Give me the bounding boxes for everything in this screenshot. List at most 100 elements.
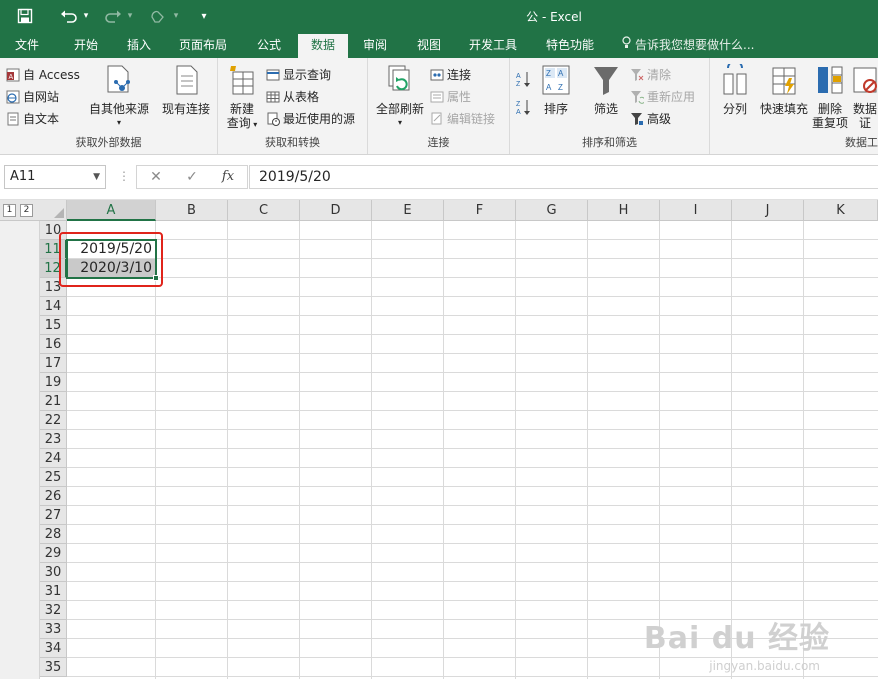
clear-filter-label: 清除	[647, 68, 672, 82]
flash-fill-button[interactable]: 快速填充	[756, 64, 812, 116]
outline-level-2-button[interactable]: 2	[20, 204, 33, 217]
row-header-26[interactable]: 26	[40, 487, 67, 506]
fill-handle[interactable]	[153, 275, 159, 281]
row-header-15[interactable]: 15	[40, 316, 67, 335]
show-queries-button[interactable]: 显示查询	[266, 66, 331, 83]
recent-sources-button[interactable]: 最近使用的源	[266, 110, 355, 127]
tab-home[interactable]: 开始	[60, 32, 112, 58]
group-get-external-data: A 自 Access 自网站 自文本 自其他来源 ▾ 现有连接 获取外部数据	[0, 58, 218, 154]
formula-input[interactable]: 2019/5/20	[249, 165, 878, 189]
row-gridline	[67, 486, 878, 487]
remove-duplicates-icon	[815, 64, 845, 98]
column-header-f[interactable]: F	[444, 200, 516, 221]
row-header-34[interactable]: 34	[40, 639, 67, 658]
text-to-columns-button[interactable]: 分列	[716, 60, 754, 116]
from-text-button[interactable]: 自文本	[6, 110, 59, 127]
filter-button[interactable]: 筛选	[588, 64, 624, 116]
existing-connections-label: 现有连接	[161, 102, 210, 116]
remove-duplicates-button[interactable]: 删除 重复项	[812, 64, 848, 130]
column-header-h[interactable]: H	[588, 200, 660, 221]
row-header-33[interactable]: 33	[40, 620, 67, 639]
confirm-entry-button[interactable]: ✓	[177, 166, 207, 188]
refresh-all-button[interactable]: 全部刷新 ▾	[372, 64, 428, 130]
sort-a-z-button[interactable]: AZ	[516, 70, 535, 88]
row-gridline	[67, 581, 878, 582]
tab-file[interactable]: 文件	[0, 32, 54, 58]
row-header-25[interactable]: 25	[40, 468, 67, 487]
row-header-19[interactable]: 19	[40, 373, 67, 392]
tab-special-features[interactable]: 特色功能	[538, 32, 602, 58]
insert-function-button[interactable]: fx	[213, 166, 243, 188]
existing-connections-button[interactable]: 现有连接	[158, 64, 214, 116]
tab-view[interactable]: 视图	[406, 32, 452, 58]
column-header-d[interactable]: D	[300, 200, 372, 221]
row-header-32[interactable]: 32	[40, 601, 67, 620]
column-header-g[interactable]: G	[516, 200, 588, 221]
tab-review[interactable]: 审阅	[352, 32, 398, 58]
row-header-17[interactable]: 17	[40, 354, 67, 373]
row-gridline	[67, 410, 878, 411]
row-header-30[interactable]: 30	[40, 563, 67, 582]
from-other-sources-button[interactable]: 自其他来源 ▾	[86, 64, 152, 130]
from-table-button[interactable]: 从表格	[266, 88, 319, 105]
row-header-31[interactable]: 31	[40, 582, 67, 601]
row-header-14[interactable]: 14	[40, 297, 67, 316]
column-header-k[interactable]: K	[804, 200, 878, 221]
sort-z-a-button[interactable]: ZA	[516, 98, 535, 116]
row-gridline	[67, 277, 878, 278]
formula-buttons: ✕ ✓ fx	[136, 165, 248, 189]
row-header-21[interactable]: 21	[40, 392, 67, 411]
row-header-22[interactable]: 22	[40, 411, 67, 430]
name-box[interactable]: A11 ▼	[4, 165, 106, 189]
tab-insert[interactable]: 插入	[114, 32, 164, 58]
sort-button[interactable]: ZAAZ 排序	[538, 64, 574, 116]
tell-me-search[interactable]: 告诉我您想要做什么...	[622, 32, 754, 58]
data-validation-label-line2: 证	[858, 116, 871, 130]
row-header-28[interactable]: 28	[40, 525, 67, 544]
advanced-filter-button[interactable]: 高级	[630, 110, 671, 127]
column-gridline	[659, 221, 660, 679]
row-gridline	[67, 239, 878, 240]
row-header-12[interactable]: 12	[40, 259, 67, 278]
row-header-35[interactable]: 35	[40, 658, 67, 677]
clear-filter-button[interactable]: 清除	[630, 66, 671, 83]
row-header-24[interactable]: 24	[40, 449, 67, 468]
outline-level-1-button[interactable]: 1	[3, 204, 16, 217]
group-label-connections: 连接	[427, 136, 450, 149]
from-web-button[interactable]: 自网站	[6, 88, 59, 105]
row-header-16[interactable]: 16	[40, 335, 67, 354]
cell-a12[interactable]: 2020/3/10	[67, 259, 156, 278]
select-all-corner[interactable]: 1 2	[0, 200, 67, 221]
edit-links-button[interactable]: 编辑链接	[430, 110, 495, 127]
cell-a11[interactable]: 2019/5/20	[67, 240, 156, 259]
row-header-11[interactable]: 11	[40, 240, 67, 259]
from-table-label: 从表格	[283, 90, 320, 104]
svg-text:Z: Z	[558, 83, 563, 92]
row-header-29[interactable]: 29	[40, 544, 67, 563]
tab-formulas[interactable]: 公式	[244, 32, 294, 58]
column-header-b[interactable]: B	[156, 200, 228, 221]
column-header-c[interactable]: C	[228, 200, 300, 221]
connections-button[interactable]: 连接	[430, 66, 471, 83]
data-validation-button[interactable]: 数据 证	[850, 64, 878, 130]
column-header-a[interactable]: A	[67, 200, 156, 221]
tab-data[interactable]: 数据	[298, 34, 348, 58]
row-header-13[interactable]: 13	[40, 278, 67, 297]
column-header-e[interactable]: E	[372, 200, 444, 221]
name-box-dropdown-icon[interactable]: ▼	[93, 166, 100, 188]
row-header-23[interactable]: 23	[40, 430, 67, 449]
group-label-get-external-data: 获取外部数据	[75, 136, 142, 149]
properties-button[interactable]: 属性	[430, 88, 471, 105]
reapply-button[interactable]: 重新应用	[630, 88, 695, 105]
tab-developer[interactable]: 开发工具	[460, 32, 526, 58]
tab-page-layout[interactable]: 页面布局	[168, 32, 238, 58]
cancel-entry-button[interactable]: ✕	[141, 166, 171, 188]
new-query-icon	[227, 64, 257, 98]
new-query-button[interactable]: 新建 查询 ▾	[222, 64, 262, 132]
from-access-button[interactable]: A 自 Access	[6, 66, 80, 83]
row-header-27[interactable]: 27	[40, 506, 67, 525]
column-header-i[interactable]: I	[660, 200, 732, 221]
row-gridline	[67, 372, 878, 373]
row-header-10[interactable]: 10	[40, 221, 67, 240]
column-header-j[interactable]: J	[732, 200, 804, 221]
